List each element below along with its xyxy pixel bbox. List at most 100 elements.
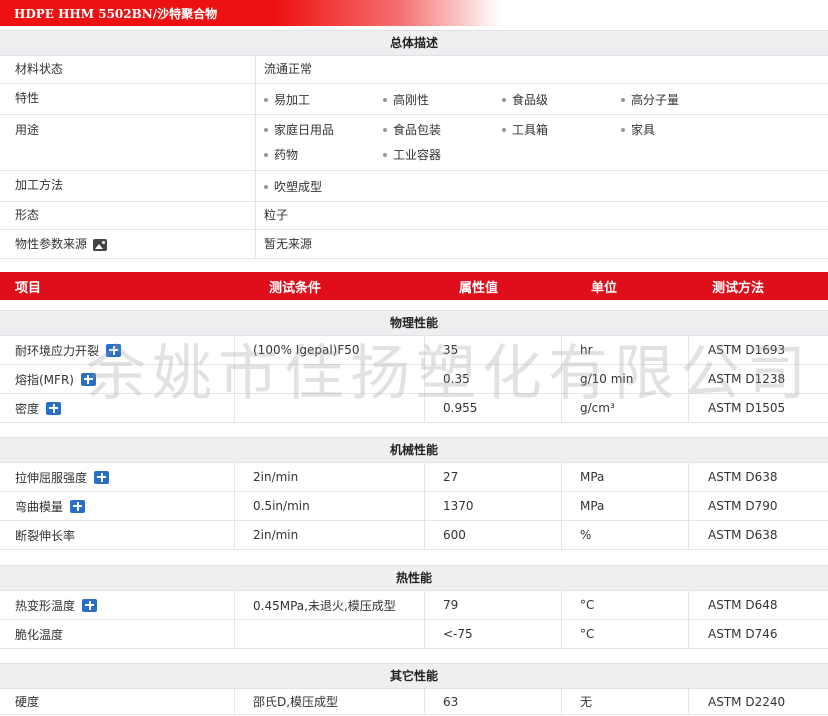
property-unit: hr [562,336,689,364]
expand-icon[interactable] [94,470,110,484]
test-method: ASTM D790 [708,499,778,513]
material-status-value: 流通正常 [264,62,313,76]
test-method: ASTM D638 [708,528,778,542]
property-name: 硬度 [15,695,40,709]
form-label: 形态 [0,202,256,229]
expand-icon[interactable] [70,499,86,513]
use-item[interactable]: 药物 [264,142,383,167]
source-label: 物性参数来源 [15,237,88,251]
table-row: 熔指(MFR) 0.35 g/10 min ASTM D1238 [0,365,828,394]
source-value: 暂无来源 [264,237,313,251]
use-item[interactable]: 工具箱 [502,117,621,142]
use-item[interactable]: 家庭日用品 [264,117,383,142]
property-value: 35 [425,336,562,364]
table-row: 热变形温度 0.45MPa,未退火,模压成型 79 °C ASTM D648 [0,591,828,620]
material-status-row: 材料状态 流通正常 [0,56,828,84]
feature-item[interactable]: 高分子量 [621,87,740,112]
product-title: HDPE HHM 5502BN/沙特聚合物 [14,7,218,21]
form-row: 形态 粒子 [0,202,828,230]
property-value: 63 [425,689,562,714]
property-unit: MPa [562,492,689,520]
thermal-heading: 热性能 [0,565,828,591]
test-condition: 2in/min [235,521,425,549]
property-name: 熔指(MFR) [15,372,74,387]
use-item[interactable]: 家具 [621,117,740,142]
test-method: ASTM D1238 [708,372,786,386]
property-value: 79 [425,591,562,619]
test-condition [235,365,425,393]
table-row: 弯曲模量 0.5in/min 1370 MPa ASTM D790 [0,492,828,521]
property-unit: g/cm³ [562,394,689,422]
expand-icon[interactable] [82,598,98,612]
property-unit: 无 [562,689,689,714]
property-value: 27 [425,463,562,491]
test-condition [235,620,425,648]
test-method: ASTM D2240 [708,694,786,709]
test-method: ASTM D746 [708,627,778,641]
feature-item[interactable]: 高刚性 [383,87,502,112]
table-row: 拉伸屈服强度 2in/min 27 MPa ASTM D638 [0,463,828,492]
physical-heading: 物理性能 [0,310,828,336]
col-item: 项目 [15,280,42,296]
other-heading: 其它性能 [0,663,828,689]
use-item[interactable]: 工业容器 [383,142,502,167]
test-method: ASTM D1693 [708,343,786,357]
test-method: ASTM D638 [708,470,778,484]
material-status-label: 材料状态 [0,56,256,83]
property-name: 拉伸屈服强度 [15,470,88,485]
property-value: 0.955 [425,394,562,422]
uses-label: 用途 [0,115,256,170]
col-condition: 测试条件 [269,280,322,296]
property-name: 断裂伸长率 [15,528,76,543]
property-name: 耐环境应力开裂 [15,343,100,358]
property-unit: g/10 min [562,365,689,393]
property-value: 0.35 [425,365,562,393]
use-item[interactable]: 食品包装 [383,117,502,142]
table-header: 项目 测试条件 属性值 单位 测试方法 [0,272,828,300]
test-condition: 0.5in/min [235,492,425,520]
feature-item[interactable]: 食品级 [502,87,621,112]
property-value: <-75 [425,620,562,648]
feature-item[interactable]: 易加工 [264,87,383,112]
mechanical-heading: 机械性能 [0,437,828,463]
source-row: 物性参数来源 暂无来源 [0,230,828,259]
property-name: 脆化温度 [15,627,64,642]
test-method: ASTM D648 [708,598,778,612]
table-row: 脆化温度 <-75 °C ASTM D746 [0,620,828,649]
test-condition: 0.45MPa,未退火,模压成型 [235,591,425,619]
property-unit: % [562,521,689,549]
overview-heading: 总体描述 [0,30,828,56]
form-value: 粒子 [264,208,289,222]
property-name: 弯曲模量 [15,499,64,514]
expand-icon[interactable] [106,343,122,357]
image-icon[interactable] [93,238,108,251]
product-title-bar: HDPE HHM 5502BN/沙特聚合物 [0,0,828,26]
property-name: 密度 [15,401,40,416]
col-method: 测试方法 [712,280,765,296]
processing-label: 加工方法 [0,171,256,201]
features-row: 特性 易加工 高刚性 食品级 高分子量 [0,84,828,115]
processing-row: 加工方法 吹塑成型 [0,171,828,202]
table-row: 耐环境应力开裂 (100% Igepal)F50 35 hr ASTM D169… [0,336,828,365]
table-row: 硬度 邵氏D,模压成型 63 无 ASTM D2240 [0,689,828,715]
test-condition: 2in/min [235,463,425,491]
expand-icon[interactable] [80,372,96,386]
processing-item[interactable]: 吹塑成型 [264,174,383,199]
uses-row: 用途 家庭日用品 食品包装 工具箱 家具 药物 工业容器 [0,115,828,171]
col-unit: 单位 [591,280,618,296]
property-name: 热变形温度 [15,598,76,613]
property-unit: °C [562,591,689,619]
features-label: 特性 [0,84,256,114]
test-condition: 邵氏D,模压成型 [235,689,425,714]
property-value: 1370 [425,492,562,520]
table-row: 断裂伸长率 2in/min 600 % ASTM D638 [0,521,828,550]
test-condition: (100% Igepal)F50 [235,336,425,364]
test-condition [235,394,425,422]
table-row: 密度 0.955 g/cm³ ASTM D1505 [0,394,828,423]
test-method: ASTM D1505 [708,401,786,415]
expand-icon[interactable] [46,401,62,415]
col-value: 属性值 [459,280,499,296]
property-unit: °C [562,620,689,648]
property-unit: MPa [562,463,689,491]
source-label-cell: 物性参数来源 [0,230,256,258]
